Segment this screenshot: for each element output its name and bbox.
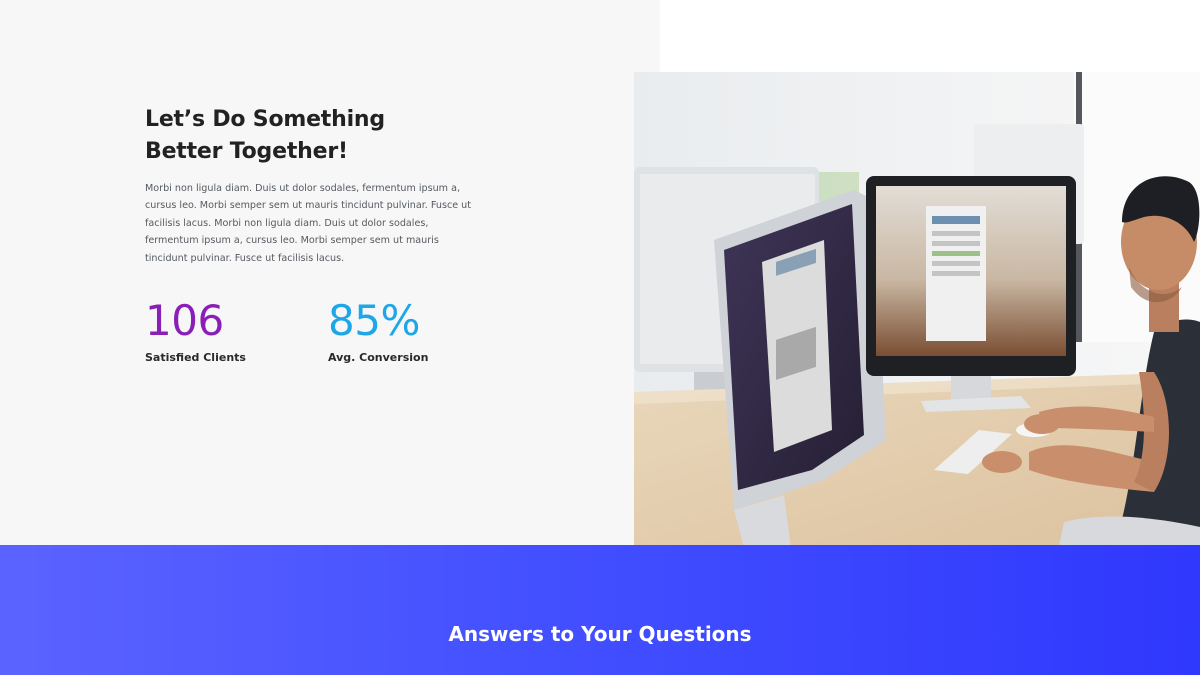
stats-row: 106 Satisfied Clients 85% Avg. Conversio… — [145, 296, 465, 376]
faq-section-band: Answers to Your Questions — [0, 545, 1200, 675]
headline: Let’s Do Something Better Together! — [145, 107, 385, 164]
stat-label: Satisfied Clients — [145, 351, 246, 364]
faq-section-title: Answers to Your Questions — [448, 622, 752, 646]
stat-avg-conversion: 85% Avg. Conversion — [328, 296, 428, 366]
stat-label: Avg. Conversion — [328, 351, 429, 364]
page: Let’s Do Something Better Together! Morb… — [0, 0, 1200, 675]
intro-paragraph: Morbi non ligula diam. Duis ut dolor sod… — [145, 183, 472, 264]
intro-panel — [0, 0, 660, 546]
stat-number: 85% — [328, 296, 420, 345]
office-workspace-photo — [634, 72, 1200, 546]
stat-satisfied-clients: 106 Satisfied Clients — [145, 296, 246, 366]
stat-number: 106 — [145, 296, 224, 345]
intro-content: Let’s Do Something Better Together! Morb… — [145, 104, 475, 267]
